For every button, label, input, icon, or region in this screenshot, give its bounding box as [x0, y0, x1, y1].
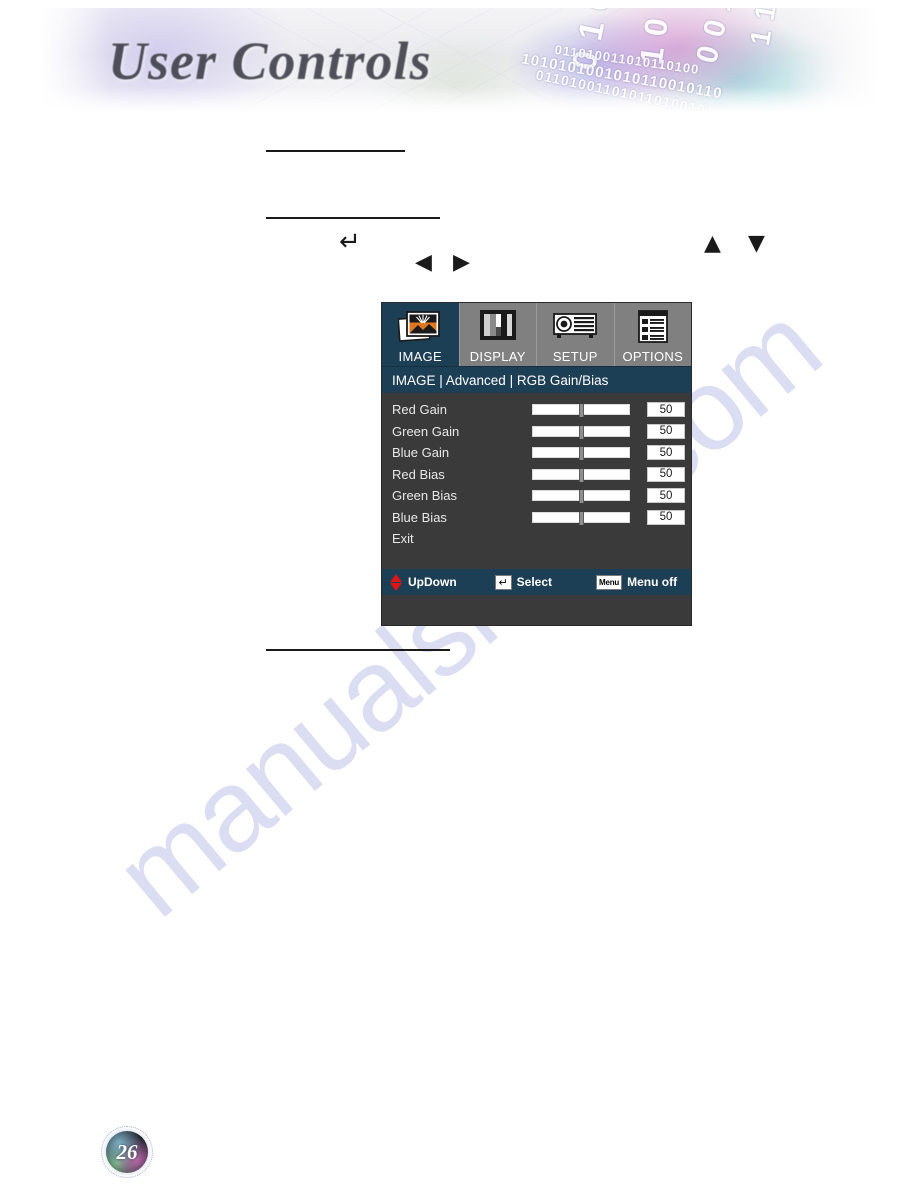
- osd-footer-bar: UpDown ↵ Select Menu Menu off: [382, 569, 691, 595]
- footer-menu-label: Menu off: [627, 575, 678, 589]
- footer-menu-off: Menu Menu off: [596, 574, 678, 590]
- tab-setup-label: SETUP: [552, 349, 598, 364]
- osd-breadcrumb: IMAGE | Advanced | RGB Gain/Bias: [382, 366, 691, 393]
- page-header-banner: 0 1 0 0 1 0 0 1 0 0 1 0 1 1 0 1010101001…: [40, 8, 878, 113]
- menu-row-green-gain[interactable]: Green Gain 50: [382, 421, 691, 443]
- menu-row-label: Red Bias: [392, 466, 445, 482]
- display-tab-icon: [478, 310, 518, 348]
- menu-row-exit[interactable]: Exit: [382, 528, 691, 550]
- text-underline-2: [266, 217, 440, 219]
- text-underline-1: [266, 150, 405, 152]
- red-bias-slider[interactable]: [532, 468, 630, 482]
- page-number-badge: 26: [101, 1126, 153, 1178]
- menu-key-icon: Menu: [596, 574, 623, 590]
- menu-row-label: Red Gain: [392, 402, 447, 418]
- menu-row-blue-gain[interactable]: Blue Gain 50: [382, 442, 691, 464]
- left-arrow-icon: ◀: [415, 250, 432, 275]
- enter-key-icon: ↵: [494, 574, 512, 590]
- red-gain-slider[interactable]: [532, 404, 630, 418]
- options-tab-icon: [637, 310, 669, 349]
- manual-page: 0 1 0 0 1 0 0 1 0 0 1 0 1 1 0 1010101001…: [0, 0, 918, 1188]
- blue-gain-value[interactable]: 50: [647, 445, 685, 461]
- osd-menu: IMAGE DISPLAY SETUP OPTIONS IMAGE | Adva…: [381, 302, 692, 626]
- menu-row-blue-bias[interactable]: Blue Bias 50: [382, 507, 691, 529]
- enter-icon: ↵: [339, 227, 361, 257]
- footer-updown: UpDown: [390, 573, 457, 591]
- right-arrow-icon: ▶: [453, 250, 470, 275]
- slider-knob[interactable]: [578, 468, 584, 482]
- tab-display-label: DISPLAY: [469, 349, 526, 364]
- osd-tab-bar: IMAGE DISPLAY SETUP OPTIONS: [382, 303, 691, 366]
- green-gain-value[interactable]: 50: [647, 423, 685, 439]
- menu-row-label: Blue Gain: [392, 445, 450, 461]
- page-number: 26: [116, 1139, 138, 1164]
- image-tab-icon: [397, 310, 442, 349]
- red-bias-value[interactable]: 50: [647, 466, 685, 482]
- footer-select: ↵ Select: [494, 574, 553, 590]
- green-bias-value[interactable]: 50: [647, 488, 685, 504]
- footer-select-label: Select: [516, 575, 553, 589]
- footer-updown-label: UpDown: [408, 575, 457, 589]
- slider-knob[interactable]: [578, 425, 584, 439]
- tab-image[interactable]: IMAGE: [382, 303, 460, 366]
- osd-menu-body: Red Gain 50 Green Gain 50 Blue Gain 50 R…: [382, 393, 691, 595]
- menu-row-red-bias[interactable]: Red Bias 50: [382, 464, 691, 486]
- slider-knob[interactable]: [578, 511, 584, 525]
- blue-bias-slider[interactable]: [532, 511, 630, 525]
- page-title: User Controls: [108, 31, 432, 91]
- slider-knob[interactable]: [578, 404, 584, 418]
- tab-options[interactable]: OPTIONS: [615, 303, 692, 366]
- red-gain-value[interactable]: 50: [647, 402, 685, 418]
- blue-bias-value[interactable]: 50: [647, 509, 685, 525]
- tab-image-label: IMAGE: [398, 349, 442, 364]
- up-arrow-icon: ▲: [704, 231, 721, 256]
- slider-knob[interactable]: [578, 447, 584, 461]
- menu-row-label: Green Gain: [392, 423, 460, 439]
- updown-icon: [390, 573, 403, 591]
- tab-setup[interactable]: SETUP: [537, 303, 615, 366]
- menu-row-label: Blue Bias: [392, 509, 447, 525]
- green-gain-slider[interactable]: [532, 425, 630, 439]
- setup-tab-icon: [552, 310, 598, 345]
- slider-knob[interactable]: [578, 490, 584, 504]
- blue-gain-slider[interactable]: [532, 447, 630, 461]
- banner-fade-bottom: [40, 87, 878, 113]
- tab-options-label: OPTIONS: [622, 349, 684, 364]
- text-underline-3: [266, 649, 450, 651]
- menu-row-label: Green Bias: [392, 488, 458, 504]
- menu-row-red-gain[interactable]: Red Gain 50: [382, 399, 691, 421]
- tab-display[interactable]: DISPLAY: [460, 303, 537, 366]
- down-arrow-icon: ▼: [748, 231, 765, 256]
- green-bias-slider[interactable]: [532, 490, 630, 504]
- menu-row-green-bias[interactable]: Green Bias 50: [382, 485, 691, 507]
